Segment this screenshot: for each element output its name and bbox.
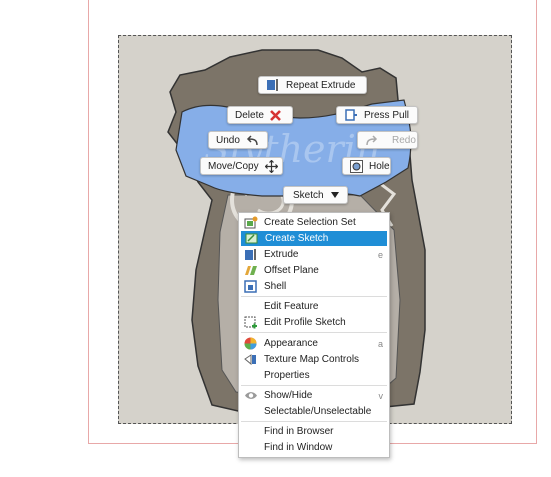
- menu-item-edit-feature[interactable]: Edit Feature: [240, 299, 388, 314]
- menu-item-offset-plane[interactable]: Offset Plane: [240, 263, 388, 278]
- context-menu: Create Selection Set Create Sketch Extru…: [238, 212, 390, 458]
- menu-item-shell[interactable]: Shell: [240, 279, 388, 294]
- undo-button[interactable]: Undo: [208, 131, 268, 149]
- redo-label: Redo: [392, 134, 416, 146]
- undo-label: Undo: [216, 134, 240, 146]
- delete-x-icon: [269, 109, 281, 121]
- menu-item-properties[interactable]: Properties: [240, 368, 388, 383]
- menu-item-appearance[interactable]: Appearance a: [240, 336, 388, 351]
- texture-map-icon: [244, 354, 256, 366]
- repeat-extrude-label: Repeat Extrude: [286, 79, 356, 91]
- menu-item-find-in-browser[interactable]: Find in Browser: [240, 424, 388, 439]
- menu-item-find-in-window[interactable]: Find in Window: [240, 440, 388, 455]
- sketch-dropdown-button[interactable]: Sketch: [283, 186, 348, 204]
- delete-label: Delete: [235, 109, 264, 121]
- move-copy-label: Move/Copy: [208, 160, 259, 172]
- press-pull-label: Press Pull: [364, 109, 410, 121]
- press-pull-icon: [344, 108, 358, 122]
- menu-item-extrude[interactable]: Extrude e: [240, 247, 388, 262]
- shell-icon: [244, 280, 257, 293]
- appearance-icon: [244, 337, 257, 350]
- offset-plane-icon: [245, 266, 257, 275]
- undo-arrow-icon: [246, 134, 259, 146]
- move-copy-button[interactable]: Move/Copy: [200, 157, 283, 175]
- extrude-icon: [266, 78, 280, 92]
- repeat-extrude-button[interactable]: Repeat Extrude: [258, 76, 367, 94]
- menu-item-selectable-unselectable[interactable]: Selectable/Unselectable: [240, 404, 388, 419]
- menu-separator: [241, 421, 387, 422]
- create-sketch-icon: [245, 233, 258, 244]
- redo-button[interactable]: Redo: [357, 131, 418, 149]
- redo-arrow-icon: [365, 134, 378, 146]
- hole-icon: [350, 159, 363, 173]
- menu-item-show-hide[interactable]: Show/Hide v: [240, 388, 388, 403]
- menu-item-create-sketch[interactable]: Create Sketch: [241, 231, 387, 246]
- hole-button[interactable]: Hole: [342, 157, 391, 175]
- menu-item-texture-map-controls[interactable]: Texture Map Controls: [240, 352, 388, 367]
- move-icon: [264, 159, 278, 173]
- menu-item-create-selection-set[interactable]: Create Selection Set: [240, 215, 388, 230]
- extrude-icon: [245, 249, 256, 260]
- menu-separator: [241, 296, 387, 297]
- menu-separator: [241, 332, 387, 333]
- eye-icon: [245, 392, 257, 399]
- menu-item-edit-profile-sketch[interactable]: Edit Profile Sketch: [240, 315, 388, 330]
- edit-profile-sketch-icon: [244, 316, 257, 329]
- sketch-label: Sketch: [293, 189, 324, 201]
- press-pull-button[interactable]: Press Pull: [336, 106, 418, 124]
- delete-button[interactable]: Delete: [227, 106, 293, 124]
- menu-separator: [241, 385, 387, 386]
- selection-set-icon: [244, 216, 258, 229]
- triangle-down-icon: [330, 191, 340, 199]
- hole-label: Hole: [369, 160, 390, 172]
